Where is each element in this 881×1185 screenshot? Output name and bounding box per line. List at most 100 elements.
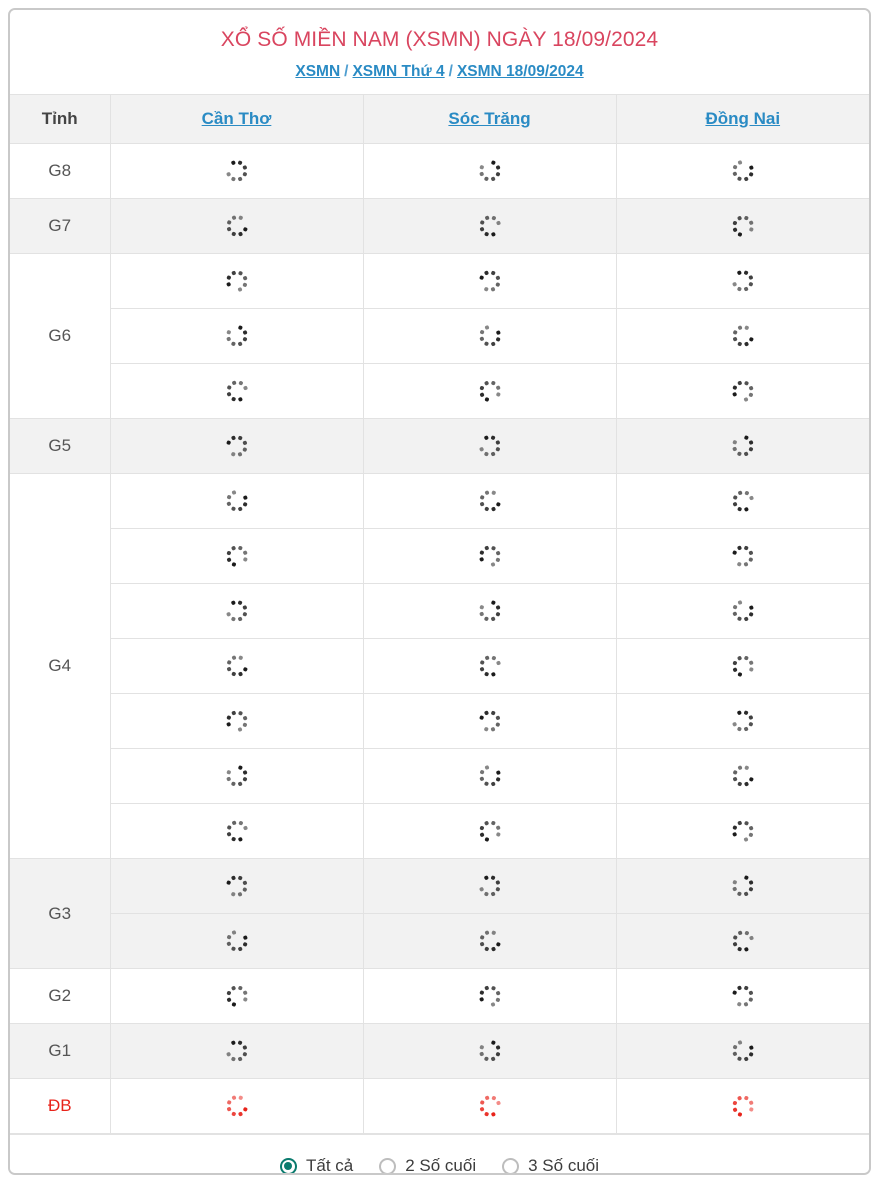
result-cell	[615, 858, 869, 914]
filter-radio-last2[interactable]: 2 Số cuối	[379, 1156, 476, 1173]
loading-spinner-icon	[220, 1089, 254, 1123]
breadcrumb: XSMN / XSMN Thứ 4/XSMN 18/09/2024	[10, 61, 869, 83]
result-cell	[362, 748, 616, 804]
result-cell	[615, 198, 869, 254]
loading-spinner-icon	[220, 539, 253, 572]
result-cell	[109, 528, 363, 584]
result-cell	[362, 528, 616, 584]
loading-spinner-icon	[220, 759, 254, 793]
result-cell	[362, 638, 616, 694]
loading-spinner-icon	[473, 1034, 507, 1068]
result-cell	[109, 253, 363, 309]
loading-spinner-icon	[473, 759, 507, 793]
loading-spinner-icon	[726, 869, 760, 903]
loading-spinner-icon	[220, 869, 254, 903]
radio-button-icon[interactable]	[279, 1157, 297, 1173]
result-cell	[362, 308, 616, 364]
loading-spinner-icon	[726, 814, 760, 848]
loading-spinner-icon	[473, 539, 507, 573]
table-row: G8	[10, 143, 869, 199]
result-cell	[109, 363, 363, 419]
filter-bar: Tất cả 2 Số cuối 3 Số cuối	[10, 1134, 869, 1175]
result-cell	[109, 693, 363, 749]
loading-spinner-icon	[726, 429, 760, 463]
breadcrumb-link-2[interactable]: XSMN Thứ 4	[352, 63, 444, 80]
filter-radio-last3[interactable]: 3 Số cuối	[502, 1156, 600, 1175]
loading-spinner-icon	[220, 924, 254, 958]
prize-label-g3: G3	[10, 858, 110, 969]
loading-spinner-icon	[473, 814, 506, 847]
loading-spinner-icon	[726, 154, 760, 188]
loading-spinner-icon	[473, 649, 507, 683]
prize-label-g8: G8	[10, 143, 110, 199]
result-cell	[615, 253, 869, 309]
table-row	[10, 693, 869, 749]
table-row	[10, 748, 869, 804]
table-row	[10, 583, 869, 639]
table-header: Tỉnh Cần Thơ Sóc Trăng Đồng Nai	[10, 94, 869, 144]
loading-spinner-icon	[473, 924, 507, 958]
province-link-soc-trang[interactable]: Sóc Trăng	[448, 109, 530, 128]
table-row: G4	[10, 473, 869, 859]
loading-spinner-icon	[473, 319, 507, 353]
loading-spinner-icon	[726, 539, 760, 573]
header-block: XỔ SỐ MIỀN NAM (XSMN) NGÀY 18/09/2024 XS…	[10, 10, 869, 94]
loading-spinner-icon	[220, 484, 254, 518]
breadcrumb-link-3[interactable]: XSMN 18/09/2024	[457, 63, 584, 80]
column-header-soc-trang: Sóc Trăng	[362, 94, 616, 144]
breadcrumb-link-1[interactable]: XSMN	[295, 63, 340, 80]
result-cell	[362, 803, 616, 859]
province-link-can-tho[interactable]: Cần Thơ	[202, 109, 272, 128]
loading-spinner-icon	[726, 374, 760, 408]
table-row: G1	[10, 1023, 869, 1079]
loading-spinner-icon	[473, 209, 507, 243]
prize-label-g6: G6	[10, 253, 110, 419]
radio-button-icon[interactable]	[502, 1157, 520, 1173]
prize-label-g4: G4	[10, 473, 110, 859]
result-cell	[615, 583, 869, 639]
result-cell	[109, 913, 363, 969]
result-cell	[615, 308, 869, 364]
loading-spinner-icon	[726, 649, 759, 682]
loading-spinner-icon	[726, 1034, 760, 1068]
result-cell	[615, 363, 869, 419]
loading-spinner-icon	[219, 1034, 253, 1068]
table-row: G6	[10, 253, 869, 419]
result-cell	[615, 913, 869, 969]
result-cell	[362, 858, 616, 914]
loading-spinner-icon	[726, 594, 760, 628]
table-body: G8 G7 G6 G5 G4 G3 G2 G1 ĐB	[10, 143, 869, 1134]
loading-spinner-icon	[726, 484, 760, 518]
loading-spinner-icon	[472, 429, 506, 463]
result-cell	[109, 968, 363, 1024]
result-cell	[109, 143, 363, 199]
loading-spinner-icon	[219, 594, 253, 628]
table-row	[10, 363, 869, 419]
loading-spinner-icon	[726, 319, 760, 353]
loading-spinner-icon	[473, 264, 507, 298]
result-cell	[362, 418, 616, 474]
table-header-row: Tỉnh Cần Thơ Sóc Trăng Đồng Nai	[10, 94, 869, 144]
loading-spinner-icon	[726, 704, 760, 738]
result-cell	[362, 1078, 616, 1134]
loading-spinner-icon	[473, 704, 507, 738]
loading-spinner-icon	[473, 594, 507, 628]
result-cell	[615, 1078, 869, 1134]
page-frame: XỔ SỐ MIỀN NAM (XSMN) NGÀY 18/09/2024 XS…	[8, 8, 871, 1175]
loading-spinner-icon	[220, 704, 254, 738]
result-cell	[109, 858, 363, 914]
loading-spinner-icon	[472, 869, 506, 903]
loading-spinner-icon	[473, 374, 506, 407]
loading-spinner-icon	[220, 649, 254, 683]
result-cell	[362, 473, 616, 529]
table-row	[10, 308, 869, 364]
prize-label-đb: ĐB	[10, 1078, 110, 1134]
lottery-results-table: Tỉnh Cần Thơ Sóc Trăng Đồng Nai G8 G7 G6 G5…	[10, 94, 869, 1134]
table-row: ĐB	[10, 1078, 869, 1134]
radio-button-icon[interactable]	[379, 1157, 397, 1173]
province-link-dong-nai[interactable]: Đồng Nai	[705, 109, 780, 128]
filter-radio-label: 3 Số cuối	[528, 1156, 600, 1175]
filter-radio-all[interactable]: Tất cả	[279, 1156, 353, 1173]
result-cell	[615, 418, 869, 474]
table-row	[10, 803, 869, 859]
